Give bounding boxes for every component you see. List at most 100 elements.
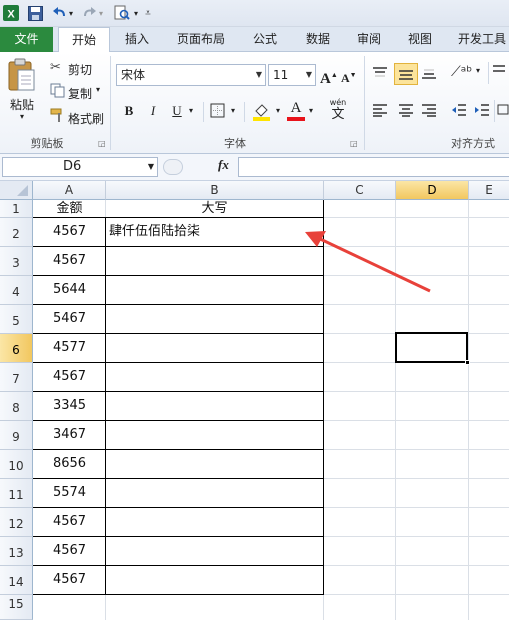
orientation-dropdown-icon[interactable]: ▾ [476, 66, 480, 75]
cell-a12[interactable]: 4567 [34, 508, 105, 536]
row-header[interactable]: 1 [0, 200, 33, 218]
row-header[interactable]: 10 [0, 450, 33, 479]
print-preview-icon[interactable] [113, 4, 131, 22]
row-header[interactable]: 8 [0, 392, 33, 421]
column-header-d[interactable]: D [396, 181, 469, 200]
bold-button[interactable]: B [120, 100, 138, 122]
cut-button[interactable]: 剪切 [68, 61, 92, 78]
fill-handle[interactable] [465, 360, 470, 365]
cell-b2[interactable]: 肆仟伍佰陆拾柒 [109, 218, 323, 246]
save-icon[interactable] [26, 4, 44, 22]
format-painter-button[interactable]: 格式刷 [68, 110, 104, 127]
row-header[interactable]: 3 [0, 247, 33, 276]
column-header-b[interactable]: B [106, 181, 324, 200]
tab-data[interactable]: 数据 [298, 27, 338, 52]
clipboard-launcher-icon[interactable]: ◲ [98, 139, 106, 148]
paste-dropdown-icon[interactable]: ▾ [20, 112, 24, 121]
grow-font-icon[interactable]: A▲ [320, 64, 338, 87]
copy-dropdown-icon[interactable]: ▾ [96, 85, 100, 94]
row-header[interactable]: 11 [0, 479, 33, 508]
cell-a10[interactable]: 8656 [34, 450, 105, 478]
align-middle-icon[interactable] [394, 63, 418, 85]
tab-file[interactable]: 文件 [0, 27, 53, 52]
row-header[interactable]: 6 [0, 334, 33, 363]
cell-b1[interactable]: 大写 [106, 201, 323, 217]
orientation-icon[interactable]: ⟋ᵃᵇ [451, 64, 473, 82]
tab-home[interactable]: 开始 [58, 27, 110, 53]
cell-a2[interactable]: 4567 [34, 218, 105, 246]
format-painter-icon[interactable] [50, 108, 66, 124]
row-header[interactable]: 5 [0, 305, 33, 334]
paste-button[interactable]: 粘贴 [10, 96, 34, 113]
align-center-icon[interactable] [398, 103, 416, 119]
cell-a3[interactable]: 4567 [34, 247, 105, 275]
align-right-icon[interactable] [421, 103, 439, 119]
font-color-dropdown-icon[interactable]: ▾ [306, 100, 316, 122]
font-name-combo[interactable]: 宋体 ▼ [116, 64, 266, 86]
cell-a5[interactable]: 5467 [34, 305, 105, 333]
row-header[interactable]: 13 [0, 537, 33, 566]
tab-formulas[interactable]: 公式 [245, 27, 285, 52]
font-launcher-icon[interactable]: ◲ [350, 139, 358, 148]
column-header-a[interactable]: A [33, 181, 106, 200]
insert-function-button[interactable]: fx [218, 157, 229, 173]
undo-dropdown-icon[interactable]: ▾ [66, 4, 76, 22]
name-box-dropdown-icon[interactable]: ▼ [148, 158, 154, 176]
increase-indent-icon[interactable] [474, 103, 492, 119]
active-cell-selection[interactable] [395, 332, 468, 363]
formula-input[interactable] [238, 157, 509, 177]
cell-a1[interactable]: 金额 [34, 201, 105, 217]
fill-color-icon[interactable] [252, 102, 272, 122]
align-left-icon[interactable] [372, 103, 390, 119]
cell-a13[interactable]: 4567 [34, 537, 105, 565]
borders-dropdown-icon[interactable]: ▾ [228, 100, 238, 122]
underline-button[interactable]: U [168, 100, 186, 122]
column-header-c[interactable]: C [324, 181, 396, 200]
align-top-icon[interactable] [372, 66, 390, 82]
tab-insert[interactable]: 插入 [116, 27, 158, 52]
underline-dropdown-icon[interactable]: ▾ [186, 100, 196, 122]
merge-center-icon[interactable] [494, 100, 509, 122]
align-bottom-icon[interactable] [421, 66, 439, 82]
select-all-corner[interactable] [0, 181, 33, 200]
row-header[interactable]: 9 [0, 421, 33, 450]
worksheet-grid[interactable]: A B C D E 1 2 3 4 5 6 7 8 9 10 11 12 13 … [0, 181, 509, 620]
row-header[interactable]: 7 [0, 363, 33, 392]
italic-button[interactable]: I [144, 100, 162, 122]
wrap-text-icon[interactable] [488, 62, 509, 84]
cut-icon[interactable]: ✂ [50, 60, 66, 76]
cell-a4[interactable]: 5644 [34, 276, 105, 304]
row-header[interactable]: 2 [0, 218, 33, 247]
tab-page-layout[interactable]: 页面布局 [170, 27, 232, 52]
splitter-handle[interactable] [163, 159, 183, 175]
row-header[interactable]: 12 [0, 508, 33, 537]
print-dropdown-icon[interactable]: ▾ [131, 4, 141, 22]
tab-review[interactable]: 审阅 [349, 27, 389, 52]
borders-icon[interactable] [210, 103, 226, 119]
decrease-indent-icon[interactable] [451, 103, 469, 119]
copy-icon[interactable] [50, 83, 66, 99]
column-header-e[interactable]: E [469, 181, 509, 200]
row-header[interactable]: 4 [0, 276, 33, 305]
fill-color-dropdown-icon[interactable]: ▾ [273, 100, 283, 122]
cell-a9[interactable]: 3467 [34, 421, 105, 449]
name-box[interactable]: D6 ▼ [2, 157, 158, 177]
paste-icon[interactable] [6, 58, 40, 96]
tab-developer[interactable]: 开发工具 [452, 27, 509, 52]
tab-view[interactable]: 视图 [400, 27, 440, 52]
row-header[interactable]: 15 [0, 595, 33, 620]
copy-button[interactable]: 复制 [68, 85, 92, 102]
font-color-icon[interactable]: A [287, 100, 305, 122]
cell-a11[interactable]: 5574 [34, 479, 105, 507]
row-header[interactable]: 14 [0, 566, 33, 595]
cell-a8[interactable]: 3345 [34, 392, 105, 420]
group-separator [364, 56, 365, 150]
phonetic-guide-icon[interactable]: wén 文 [324, 98, 352, 124]
cell-a6[interactable]: 4577 [34, 334, 105, 362]
font-size-combo[interactable]: 11 ▼ [268, 64, 316, 86]
customize-icon[interactable]: ⩡ [143, 4, 153, 22]
redo-dropdown-icon[interactable]: ▾ [96, 4, 106, 22]
shrink-font-icon[interactable]: A▼ [341, 64, 357, 86]
cell-a14[interactable]: 4567 [34, 566, 105, 594]
cell-a7[interactable]: 4567 [34, 363, 105, 391]
